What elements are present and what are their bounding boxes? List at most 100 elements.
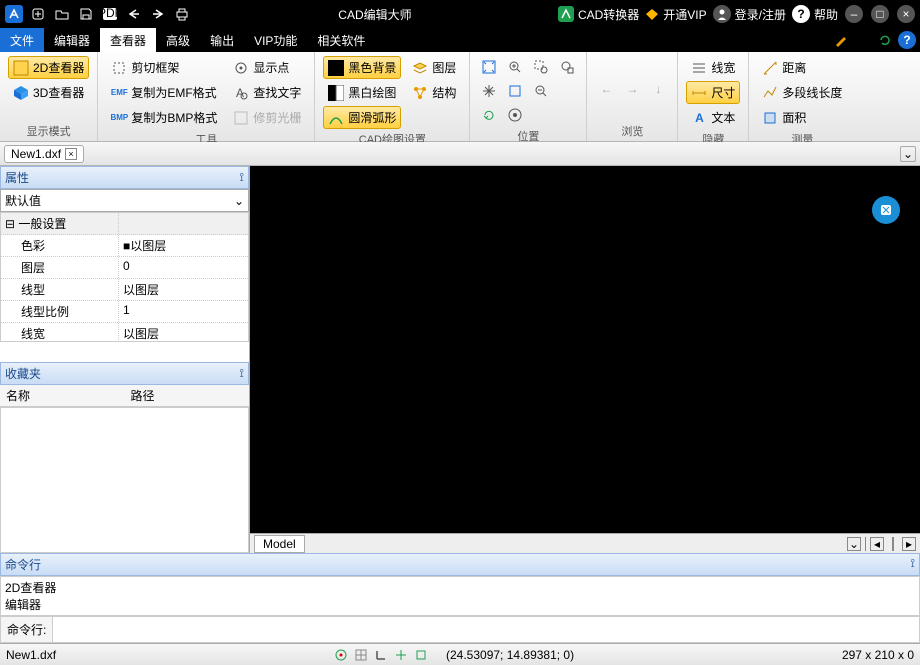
app-icon[interactable] — [4, 4, 24, 24]
command-input[interactable] — [53, 617, 919, 642]
ribbon-group-display-mode: 2D查看器 3D查看器 显示模式 — [0, 52, 98, 141]
help-link[interactable]: ?帮助 — [792, 5, 838, 23]
zoom-region-icon[interactable] — [556, 56, 578, 78]
next-icon[interactable]: → — [621, 78, 643, 100]
viewer-3d-button[interactable]: 3D查看器 — [8, 81, 89, 104]
dimension-button[interactable]: 尺寸 — [686, 81, 740, 104]
prop-row[interactable]: 线型以图层 — [1, 279, 248, 301]
open-icon[interactable] — [52, 4, 72, 24]
file-tab-strip: New1.dxf × ⌄ — [0, 142, 920, 166]
login-link[interactable]: 登录/注册 — [713, 5, 786, 23]
cad-converter-link[interactable]: CAD转换器 — [558, 6, 639, 23]
save-icon[interactable] — [76, 4, 96, 24]
layer-button[interactable]: 图层 — [407, 56, 461, 79]
scroll-right-icon[interactable]: ▸ — [902, 537, 916, 551]
fit-icon[interactable] — [478, 56, 500, 78]
login-label: 登录/注册 — [735, 6, 786, 23]
distance-button[interactable]: 距离 — [757, 56, 847, 79]
zoom-out-icon[interactable] — [530, 80, 552, 102]
menu-viewer[interactable]: 查看器 — [100, 28, 156, 52]
command-log[interactable]: 2D查看器 编辑器 — [0, 576, 920, 616]
tabs-chevron-icon[interactable]: ⌄ — [900, 146, 916, 162]
new-icon[interactable] — [28, 4, 48, 24]
menu-vip[interactable]: VIP功能 — [244, 28, 307, 52]
svg-text:PDF: PDF — [102, 7, 118, 20]
maximize-icon[interactable]: □ — [870, 4, 890, 24]
status-dims: 297 x 210 x 0 — [842, 648, 914, 662]
model-tab[interactable]: Model — [254, 535, 305, 553]
vip-label: 开通VIP — [663, 6, 706, 23]
prop-row[interactable]: 图层0 — [1, 257, 248, 279]
log-line: 编辑器 — [5, 596, 915, 613]
commandline-header: 命令行 ⟟ — [0, 553, 920, 576]
prop-row[interactable]: 线型比例1 — [1, 301, 248, 323]
prop-row[interactable]: 色彩■以图层 — [1, 235, 248, 257]
h-scrollbar[interactable] — [892, 537, 894, 551]
menubar: 文件 编辑器 查看器 高级 输出 VIP功能 相关软件 ▾ ? — [0, 28, 920, 52]
pin-icon[interactable]: ⟟ — [240, 366, 244, 381]
menu-advanced[interactable]: 高级 — [156, 28, 200, 52]
file-tab[interactable]: New1.dxf × — [4, 145, 84, 163]
copy-bmp-button[interactable]: BMP复制为BMP格式 — [106, 106, 222, 129]
layout-chevron-icon[interactable]: ⌄ — [847, 537, 861, 551]
area-button[interactable]: 面积 — [757, 106, 847, 129]
help-icon[interactable]: ? — [898, 31, 916, 49]
prev-icon[interactable]: ← — [595, 78, 617, 100]
group-label: 浏览 — [595, 121, 669, 139]
smooth-arc-button[interactable]: 圆滑弧形 — [323, 106, 401, 129]
polyline-length-button[interactable]: 多段线长度 — [757, 81, 847, 104]
undo-icon[interactable] — [124, 4, 144, 24]
pan-icon[interactable] — [478, 80, 500, 102]
snap-icon[interactable] — [334, 648, 348, 662]
menu-editor[interactable]: 编辑器 — [44, 28, 100, 52]
zoom-all-icon[interactable] — [504, 104, 526, 126]
fav-col-path[interactable]: 路径 — [125, 385, 250, 406]
crop-frame-button[interactable]: 剪切框架 — [106, 56, 222, 79]
refresh-icon[interactable] — [876, 31, 894, 49]
rotate-icon[interactable] — [478, 104, 500, 126]
down-icon[interactable]: ↓ — [647, 78, 669, 100]
titlebar: PDF CAD编辑大师 CAD转换器 开通VIP 登录/注册 ?帮助 – □ × — [0, 0, 920, 28]
menu-file[interactable]: 文件 — [0, 28, 44, 52]
linewidth-button[interactable]: 线宽 — [686, 56, 740, 79]
scroll-left-icon[interactable]: ◂ — [870, 537, 884, 551]
pin-icon[interactable]: ⟟ — [911, 556, 915, 573]
bw-draw-button[interactable]: 黑白绘图 — [323, 81, 401, 104]
prop-row[interactable]: 线宽以图层 — [1, 323, 248, 342]
trim-raster-button[interactable]: 修剪光栅 — [228, 106, 306, 129]
redo-icon[interactable] — [148, 4, 168, 24]
drawing-canvas[interactable] — [250, 166, 920, 533]
print-icon[interactable] — [172, 4, 192, 24]
assistant-icon[interactable] — [872, 196, 900, 224]
zoom-window-icon[interactable] — [530, 56, 552, 78]
style-icon[interactable] — [832, 31, 850, 49]
minimize-icon[interactable]: – — [844, 4, 864, 24]
property-grid[interactable]: ⊟ 一般设置 色彩■以图层 图层0 线型以图层 线型比例1 线宽以图层 — [0, 212, 249, 342]
zoom-extents-icon[interactable] — [504, 80, 526, 102]
close-tab-icon[interactable]: × — [65, 148, 77, 160]
close-icon[interactable]: × — [896, 4, 916, 24]
chev-down-icon[interactable]: ▾ — [854, 31, 872, 49]
menu-output[interactable]: 输出 — [200, 28, 244, 52]
copy-emf-button[interactable]: EMF复制为EMF格式 — [106, 81, 222, 104]
polar-icon[interactable] — [394, 648, 408, 662]
favorites-header: 收藏夹 ⟟ — [0, 362, 249, 385]
grid-icon[interactable] — [354, 648, 368, 662]
zoom-in-icon[interactable] — [504, 56, 526, 78]
osnap-icon[interactable] — [414, 648, 428, 662]
black-bg-button[interactable]: 黑色背景 — [323, 56, 401, 79]
pdf-icon[interactable]: PDF — [100, 4, 120, 24]
viewer-2d-button[interactable]: 2D查看器 — [8, 56, 89, 79]
log-line: 2D查看器 — [5, 579, 915, 596]
find-text-button[interactable]: A查找文字 — [228, 81, 306, 104]
text-button[interactable]: A文本 — [686, 106, 740, 129]
favorites-list[interactable] — [0, 407, 249, 553]
vip-link[interactable]: 开通VIP — [645, 6, 706, 23]
menu-related[interactable]: 相关软件 — [307, 28, 375, 52]
object-type-combo[interactable]: 默认值⌄ — [0, 189, 249, 212]
show-point-button[interactable]: 显示点 — [228, 56, 306, 79]
ortho-icon[interactable] — [374, 648, 388, 662]
fav-col-name[interactable]: 名称 — [0, 385, 125, 406]
structure-button[interactable]: 结构 — [407, 81, 461, 104]
pin-icon[interactable]: ⟟ — [240, 170, 244, 185]
